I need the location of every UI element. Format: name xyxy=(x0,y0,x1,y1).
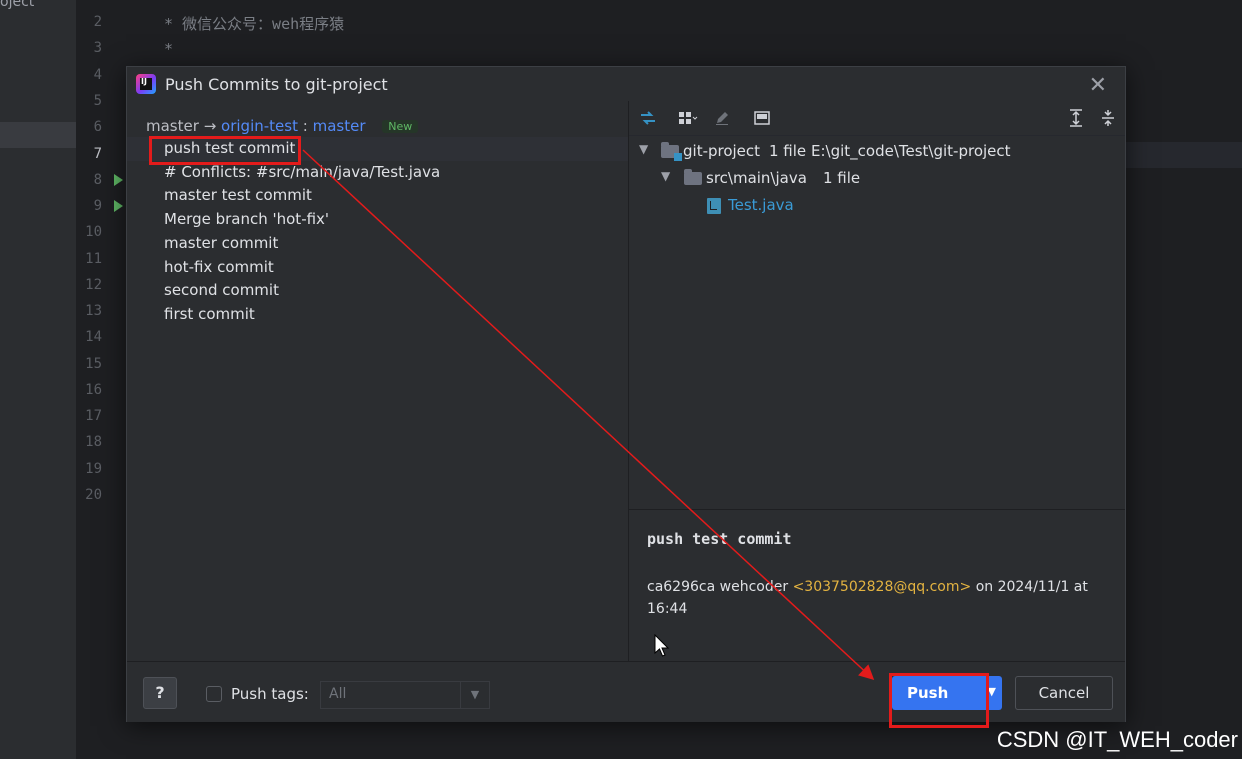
line-number: 5 xyxy=(93,93,102,109)
tree-row-folder[interactable]: ▼ src\main\java 1 file xyxy=(629,166,1125,192)
tree-row-file[interactable]: Test.java xyxy=(629,193,1125,219)
commit-message: Merge branch 'hot-fix' xyxy=(164,210,330,228)
changes-pane: ▼ git-project 1 file E:\git_code\Test\gi… xyxy=(629,101,1125,661)
tree-root-count: 1 file xyxy=(769,142,807,160)
chevron-down-icon[interactable]: ▼ xyxy=(460,682,489,708)
commit-row[interactable]: Merge branch 'hot-fix' xyxy=(127,208,628,232)
line-number: 18 xyxy=(85,434,102,450)
commit-author: wehcoder xyxy=(719,579,789,595)
tree-folder-count: 1 file xyxy=(823,169,861,187)
push-tags-label: Push tags: xyxy=(231,685,309,703)
line-number: 16 xyxy=(85,382,102,398)
commit-message: first commit xyxy=(164,305,255,323)
line-number: 19 xyxy=(85,461,102,477)
cancel-button[interactable]: Cancel xyxy=(1015,676,1113,710)
local-branch: master xyxy=(146,117,199,135)
collapse-all-icon[interactable] xyxy=(1097,107,1119,129)
help-button[interactable]: ? xyxy=(143,677,177,709)
annotation-box-commit xyxy=(149,136,301,165)
line-number: 11 xyxy=(85,251,102,267)
dialog-title: Push Commits to git-project xyxy=(165,75,388,94)
tree-root-path: E:\git_code\Test\git-project xyxy=(811,142,1011,160)
code-line: * 微信公众号：weh程序猿 xyxy=(164,15,345,33)
chevron-down-icon[interactable]: ▼ xyxy=(639,142,648,156)
tree-file-name: Test.java xyxy=(728,196,794,214)
close-icon[interactable]: ✕ xyxy=(1089,73,1107,98)
commit-message: second commit xyxy=(164,281,279,299)
project-pane: oject xyxy=(0,0,77,759)
line-number: 9 xyxy=(93,198,102,214)
project-pane-selection xyxy=(0,122,76,148)
mouse-cursor-icon xyxy=(654,634,670,657)
commit-details-panel: push test commit ca6296ca wehcoder <3037… xyxy=(629,510,1125,661)
target-branch-link[interactable]: master xyxy=(313,117,366,135)
push-tags-checkbox[interactable] xyxy=(206,686,222,702)
line-number: 8 xyxy=(93,172,102,188)
group-by-icon[interactable] xyxy=(677,107,699,129)
line-number: 12 xyxy=(85,277,102,293)
chevron-down-icon[interactable]: ▼ xyxy=(661,169,670,183)
line-number: 15 xyxy=(85,356,102,372)
java-file-icon xyxy=(707,198,721,214)
code-line: * xyxy=(164,40,174,58)
push-tags-select[interactable]: All ▼ xyxy=(320,681,490,709)
remote-link[interactable]: origin-test xyxy=(221,117,298,135)
commit-hash: ca6296ca xyxy=(647,579,716,595)
commit-details-meta: ca6296ca wehcoder <3037502828@qq.com> on… xyxy=(647,576,1117,620)
preview-diff-icon[interactable] xyxy=(751,107,773,129)
tree-row-root[interactable]: ▼ git-project 1 file E:\git_code\Test\gi… xyxy=(629,139,1125,165)
commit-row[interactable]: hot-fix commit xyxy=(127,256,628,280)
changes-toolbar xyxy=(629,101,1125,136)
line-number: 13 xyxy=(85,303,102,319)
line-number: 4 xyxy=(93,67,102,83)
commit-email: <3037502828@qq.com> xyxy=(792,579,972,595)
commits-pane: master → origin-test : master New push t… xyxy=(127,103,628,661)
line-number: 2 xyxy=(93,14,102,30)
commit-row[interactable]: second commit xyxy=(127,279,628,303)
folder-icon xyxy=(684,169,702,185)
commit-row[interactable]: master commit xyxy=(127,232,628,256)
show-diff-icon[interactable] xyxy=(637,107,659,129)
csdn-watermark: CSDN @IT_WEH_coder xyxy=(996,727,1238,752)
expand-all-icon[interactable] xyxy=(1065,107,1087,129)
module-folder-icon xyxy=(661,142,682,161)
commit-message: hot-fix commit xyxy=(164,258,274,276)
commit-message: # Conflicts: #src/main/java/Test.java xyxy=(164,163,441,181)
line-number: 3 xyxy=(93,40,102,56)
branch-mapping: master → origin-test : master New xyxy=(146,117,419,135)
line-number: 14 xyxy=(85,329,102,345)
commit-details-title: push test commit xyxy=(647,530,792,548)
run-gutter-icon[interactable] xyxy=(114,200,123,212)
commit-row[interactable]: master test commit xyxy=(127,184,628,208)
commit-message: master commit xyxy=(164,234,279,252)
push-tags-value: All xyxy=(329,686,347,702)
branch-arrow: → xyxy=(203,117,217,135)
line-number: 10 xyxy=(85,224,102,240)
branch-separator: : xyxy=(302,117,308,135)
tree-root-name: git-project xyxy=(683,142,761,160)
line-number: 17 xyxy=(85,408,102,424)
intellij-app-icon: IJ xyxy=(136,74,156,94)
commit-row[interactable]: first commit xyxy=(127,303,628,327)
line-number: 20 xyxy=(85,487,102,503)
tree-folder-name: src\main\java xyxy=(706,169,807,187)
line-number-current: 7 xyxy=(93,146,102,162)
edit-source-icon[interactable] xyxy=(711,107,733,129)
line-number: 6 xyxy=(93,119,102,135)
annotation-box-push xyxy=(889,673,989,728)
project-pane-label: oject xyxy=(0,0,35,10)
commit-message: master test commit xyxy=(164,186,312,204)
run-gutter-icon[interactable] xyxy=(114,174,123,186)
new-branch-badge: New xyxy=(382,120,419,133)
